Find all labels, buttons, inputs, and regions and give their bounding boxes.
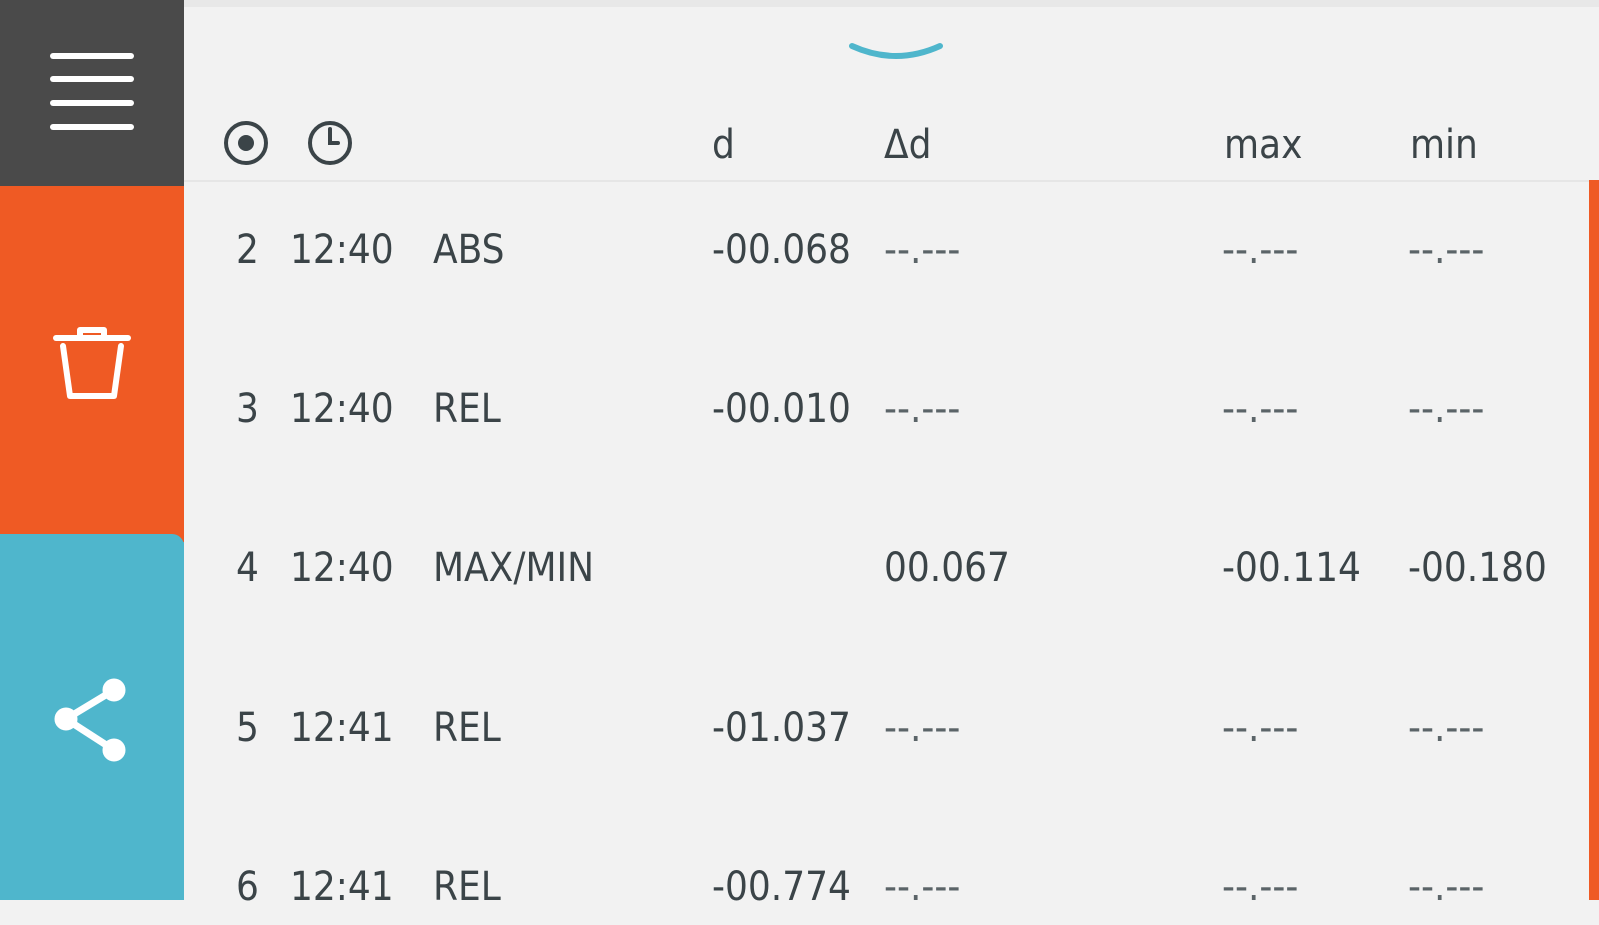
- row-min: --.---: [1408, 706, 1484, 750]
- row-d: -01.037: [712, 706, 851, 750]
- table-row[interactable]: 2 12:40 ABS -00.068 --.--- --.--- --.---: [184, 208, 1589, 288]
- top-divider: [184, 0, 1599, 7]
- row-time: 12:41: [290, 865, 394, 909]
- row-number: 4: [236, 546, 259, 590]
- radio-target-icon: [222, 119, 270, 167]
- row-min: --.---: [1408, 865, 1484, 909]
- sidebar: [0, 0, 184, 900]
- row-number: 6: [236, 865, 259, 909]
- row-min: -00.180: [1408, 546, 1547, 590]
- chevron-down-icon[interactable]: [848, 38, 944, 68]
- table-row[interactable]: 6 12:41 REL -00.774 --.--- --.--- --.---: [184, 845, 1589, 925]
- column-header-d[interactable]: d: [712, 122, 735, 168]
- row-type: MAX/MIN: [433, 546, 594, 590]
- column-header-delta-d[interactable]: Δd: [884, 122, 931, 168]
- scroll-indicator[interactable]: [1589, 180, 1599, 900]
- row-time: 12:40: [290, 228, 394, 272]
- row-max: -00.114: [1222, 546, 1361, 590]
- table-row[interactable]: 5 12:41 REL -01.037 --.--- --.--- --.---: [184, 686, 1589, 766]
- row-type: REL: [433, 387, 501, 431]
- row-delta-d: --.---: [884, 865, 960, 909]
- table-header: d Δd max min: [184, 106, 1599, 182]
- row-d: -00.068: [712, 228, 851, 272]
- row-time: 12:40: [290, 546, 394, 590]
- share-icon: [50, 676, 134, 766]
- row-max: --.---: [1222, 865, 1298, 909]
- column-header-max[interactable]: max: [1224, 122, 1302, 168]
- delete-button[interactable]: [0, 186, 184, 542]
- row-time: 12:41: [290, 706, 394, 750]
- trash-icon: [50, 322, 134, 406]
- row-delta-d: --.---: [884, 228, 960, 272]
- row-max: --.---: [1222, 387, 1298, 431]
- clock-icon: [306, 119, 354, 167]
- row-type: REL: [433, 865, 501, 909]
- row-time: 12:40: [290, 387, 394, 431]
- share-button[interactable]: [0, 542, 184, 900]
- row-delta-d: --.---: [884, 387, 960, 431]
- row-min: --.---: [1408, 228, 1484, 272]
- measurement-list: d Δd max min 2 12:40 ABS -00.068 --.--- …: [184, 0, 1599, 900]
- table-row[interactable]: 3 12:40 REL -00.010 --.--- --.--- --.---: [184, 367, 1589, 447]
- hamburger-menu-icon: [47, 48, 137, 138]
- row-type: REL: [433, 706, 501, 750]
- row-min: --.---: [1408, 387, 1484, 431]
- column-header-min[interactable]: min: [1410, 122, 1478, 168]
- row-d: -00.010: [712, 387, 851, 431]
- row-max: --.---: [1222, 706, 1298, 750]
- table-row[interactable]: 4 12:40 MAX/MIN 00.067 -00.114 -00.180: [184, 526, 1589, 606]
- row-number: 5: [236, 706, 259, 750]
- row-d: -00.774: [712, 865, 851, 909]
- row-number: 3: [236, 387, 259, 431]
- row-max: --.---: [1222, 228, 1298, 272]
- row-number: 2: [236, 228, 259, 272]
- row-type: ABS: [433, 228, 504, 272]
- row-delta-d: 00.067: [884, 546, 1010, 590]
- row-delta-d: --.---: [884, 706, 960, 750]
- menu-button[interactable]: [0, 0, 184, 186]
